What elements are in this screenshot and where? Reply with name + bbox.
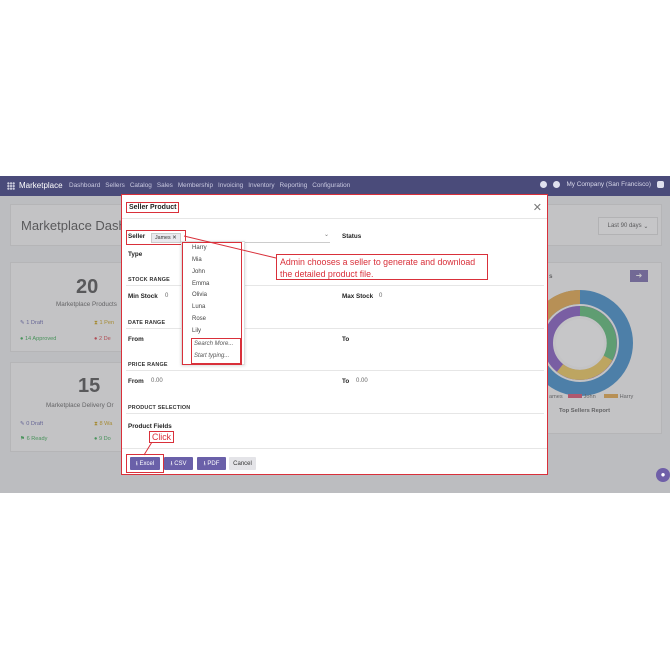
menu-inventory[interactable]: Inventory — [248, 182, 274, 189]
menu-dashboard[interactable]: Dashboard — [69, 182, 100, 189]
menu-reporting[interactable]: Reporting — [280, 182, 308, 189]
menu-membership[interactable]: Membership — [178, 182, 213, 189]
apps-grid-icon[interactable] — [7, 182, 15, 190]
assistant-bubble-icon[interactable]: ● — [656, 468, 670, 482]
menu-sales[interactable]: Sales — [157, 182, 173, 189]
screenshot: Marketplace Dashboard Sellers Catalog Sa… — [0, 176, 670, 493]
callout-note: Admin chooses a seller to generate and d… — [276, 254, 488, 280]
navbar-right: My Company (San Francisco) — [540, 181, 664, 188]
activity-icon[interactable] — [553, 181, 561, 188]
click-label: Click — [149, 431, 175, 443]
chat-icon[interactable] — [540, 181, 548, 188]
menu-invoicing[interactable]: Invoicing — [218, 182, 243, 189]
callout-arrows — [143, 235, 277, 456]
menu-catalog[interactable]: Catalog — [130, 182, 152, 189]
menu-configuration[interactable]: Configuration — [312, 182, 350, 189]
company-switcher[interactable]: My Company (San Francisco) — [566, 181, 651, 188]
menu-sellers[interactable]: Sellers — [105, 182, 125, 189]
top-navbar: Marketplace Dashboard Sellers Catalog Sa… — [0, 176, 670, 196]
app-brand[interactable]: Marketplace — [19, 181, 63, 190]
seller-product-dialog: Seller Product ✕ Seller James ✕ ⌄ Status… — [121, 194, 548, 475]
user-avatar-icon[interactable] — [657, 181, 664, 188]
main-menu: Dashboard Sellers Catalog Sales Membersh… — [69, 182, 355, 189]
